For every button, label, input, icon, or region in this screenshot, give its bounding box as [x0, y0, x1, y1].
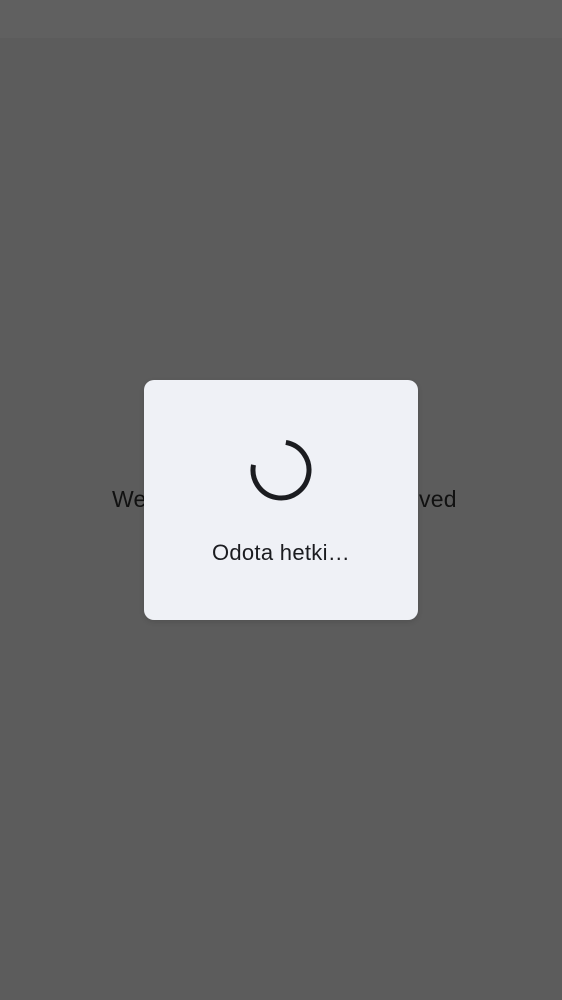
screen: We ved Odota hetki…: [0, 0, 562, 1000]
loading-dialog: Odota hetki…: [144, 380, 418, 620]
dialog-message: Odota hetki…: [211, 540, 351, 565]
background-text-right: ved: [419, 486, 457, 512]
status-bar-area: [0, 0, 562, 38]
loading-spinner-icon: [250, 439, 312, 501]
background-text-left: We: [112, 486, 147, 512]
